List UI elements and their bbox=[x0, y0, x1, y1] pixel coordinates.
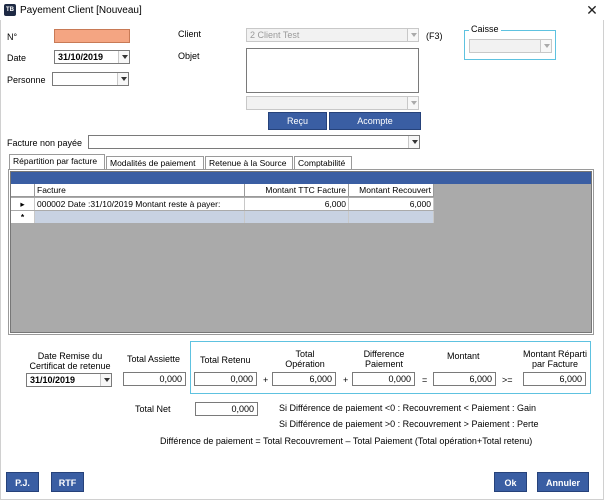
close-icon[interactable]: ✕ bbox=[584, 2, 600, 18]
total-retenu-label: Total Retenu bbox=[200, 355, 251, 365]
new-cell-montant-ttc[interactable] bbox=[245, 211, 349, 223]
recu-button[interactable]: Reçu bbox=[268, 112, 327, 130]
acompte-button[interactable]: Acompte bbox=[329, 112, 421, 130]
client-combo[interactable]: 2 Client Test bbox=[246, 28, 419, 42]
personne-label: Personne bbox=[7, 75, 46, 85]
rtf-button[interactable]: RTF bbox=[51, 472, 84, 492]
new-row-indicator-icon: * bbox=[11, 211, 35, 223]
table-new-row[interactable]: * bbox=[11, 211, 434, 223]
date-remise-picker[interactable]: 31/10/2019 bbox=[26, 373, 112, 387]
window-title: Payement Client [Nouveau] bbox=[20, 5, 142, 16]
date-remise-label: Date Remise du Certificat de retenue bbox=[29, 351, 111, 371]
gte-sign: >= bbox=[502, 375, 513, 385]
grid-header-indicator bbox=[11, 184, 35, 196]
difference-paiement-input[interactable]: 0,000 bbox=[352, 372, 415, 386]
cell-montant-recouvert[interactable]: 6,000 bbox=[349, 198, 434, 210]
total-assiette-input[interactable]: 0,000 bbox=[123, 372, 186, 386]
grid-header: Facture Montant TTC Facture Montant Reco… bbox=[11, 184, 434, 197]
total-retenu-input[interactable]: 0,000 bbox=[194, 372, 257, 386]
total-operation-input[interactable]: 6,000 bbox=[272, 372, 336, 386]
tab-repartition-par-facture[interactable]: Répartition par facture bbox=[9, 154, 105, 170]
client-shortcut-hint: (F3) bbox=[426, 31, 443, 41]
chevron-down-icon[interactable] bbox=[118, 51, 129, 63]
rule-positive-text: Si Différence de paiement >0 : Recouvrem… bbox=[279, 419, 539, 429]
equals-sign: = bbox=[422, 375, 428, 385]
table-row[interactable]: ▸ 000002 Date :31/10/2019 Montant reste … bbox=[11, 198, 434, 210]
plus-sign: + bbox=[263, 375, 269, 385]
tab-comptabilite[interactable]: Comptabilité bbox=[294, 156, 352, 170]
row-indicator-icon: ▸ bbox=[11, 198, 35, 210]
montant-reparti-input[interactable]: 6,000 bbox=[523, 372, 586, 386]
total-net-input[interactable]: 0,000 bbox=[195, 402, 258, 416]
cell-facture[interactable]: 000002 Date :31/10/2019 Montant reste à … bbox=[35, 198, 245, 210]
annuler-button[interactable]: Annuler bbox=[537, 472, 589, 492]
tab-retenue-a-la-source[interactable]: Retenue à la Source bbox=[205, 156, 293, 170]
objet-combo[interactable] bbox=[246, 96, 419, 110]
chevron-down-icon[interactable] bbox=[408, 136, 419, 148]
grid-header-montant-ttc[interactable]: Montant TTC Facture bbox=[245, 184, 349, 196]
objet-label: Objet bbox=[178, 51, 200, 61]
montant-input[interactable]: 6,000 bbox=[433, 372, 496, 386]
rule-negative-text: Si Différence de paiement <0 : Recouvrem… bbox=[279, 403, 536, 413]
montant-label: Montant bbox=[447, 351, 480, 361]
no-label: N° bbox=[7, 32, 18, 42]
cell-montant-ttc[interactable]: 6,000 bbox=[245, 198, 349, 210]
grid-header-montant-recouvert[interactable]: Montant Recouvert bbox=[349, 184, 434, 196]
facture-non-payee-label: Facture non payée bbox=[7, 138, 83, 148]
new-cell-montant-recouvert[interactable] bbox=[349, 211, 434, 223]
facture-non-payee-combo[interactable] bbox=[88, 135, 420, 149]
chevron-down-icon[interactable] bbox=[117, 73, 128, 85]
chevron-down-icon[interactable] bbox=[540, 40, 551, 52]
grid-header-facture[interactable]: Facture bbox=[35, 184, 245, 196]
app-logo-icon: TB bbox=[4, 4, 16, 16]
total-operation-label: Total Opération bbox=[285, 349, 325, 369]
grid-group-bar bbox=[11, 172, 591, 184]
caisse-group-title: Caisse bbox=[469, 24, 501, 34]
chevron-down-icon[interactable] bbox=[407, 97, 418, 109]
pj-button[interactable]: P.J. bbox=[6, 472, 39, 492]
objet-textarea[interactable] bbox=[246, 48, 419, 93]
client-value: 2 Client Test bbox=[250, 30, 300, 40]
chevron-down-icon[interactable] bbox=[100, 374, 111, 386]
montant-reparti-label: Montant Réparti par Facture bbox=[522, 349, 588, 369]
date-picker[interactable]: 31/10/2019 bbox=[54, 50, 130, 64]
personne-combo[interactable] bbox=[52, 72, 129, 86]
ok-button[interactable]: Ok bbox=[494, 472, 527, 492]
total-assiette-label: Total Assiette bbox=[127, 354, 181, 364]
caisse-combo[interactable] bbox=[469, 39, 552, 53]
plus-sign: + bbox=[343, 375, 349, 385]
no-input[interactable] bbox=[54, 29, 130, 43]
chevron-down-icon[interactable] bbox=[407, 29, 418, 41]
new-cell-facture[interactable] bbox=[35, 211, 245, 223]
date-value: 31/10/2019 bbox=[58, 52, 104, 62]
total-net-label: Total Net bbox=[135, 404, 171, 414]
difference-paiement-label: Difference Paiement bbox=[363, 349, 405, 369]
date-label: Date bbox=[7, 53, 27, 63]
date-remise-value: 31/10/2019 bbox=[30, 375, 76, 385]
tab-modalites-de-paiement[interactable]: Modalités de paiement bbox=[106, 156, 204, 170]
rule-formula-text: Différence de paiement = Total Recouvrem… bbox=[160, 436, 533, 446]
client-label: Client bbox=[178, 29, 202, 39]
